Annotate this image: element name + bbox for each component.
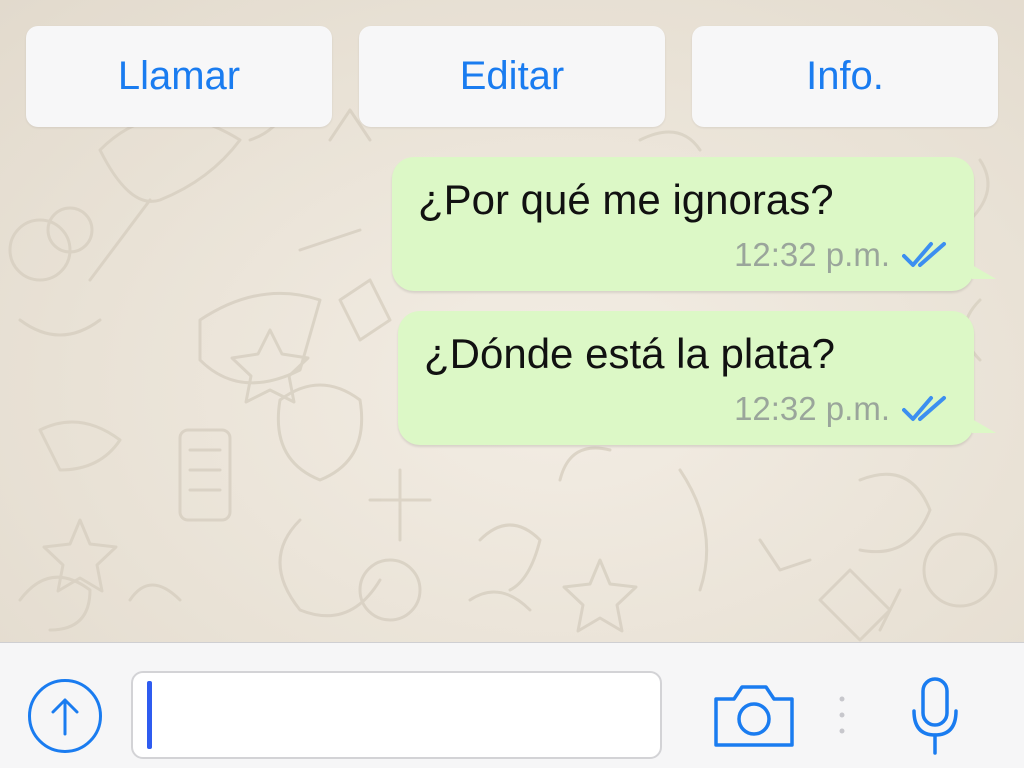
message-time: 12:32 p.m. xyxy=(734,236,890,273)
message-composer xyxy=(0,642,1024,768)
call-button[interactable]: Llamar xyxy=(26,26,332,127)
camera-icon[interactable] xyxy=(712,681,796,749)
message-time: 12:32 p.m. xyxy=(734,390,890,427)
bubble-tail xyxy=(972,419,996,433)
outgoing-message[interactable]: ¿Dónde está la plata? 12:32 p.m. xyxy=(398,311,996,445)
outgoing-message[interactable]: ¿Por qué me ignoras? 12:32 p.m. xyxy=(392,157,996,291)
message-meta: 12:32 p.m. xyxy=(424,387,950,431)
call-button-label: Llamar xyxy=(117,54,241,98)
arrow-up-icon xyxy=(51,698,79,736)
microphone-icon[interactable] xyxy=(910,677,960,757)
edit-button[interactable]: Editar xyxy=(359,26,665,127)
double-check-read-icon xyxy=(902,396,946,421)
info-button-label: Info. xyxy=(806,54,884,98)
message-meta: 12:32 p.m. xyxy=(418,233,950,277)
edit-button-label: Editar xyxy=(459,54,565,98)
info-button[interactable]: Info. xyxy=(692,26,998,127)
message-text: ¿Por qué me ignoras? xyxy=(418,176,834,223)
message-input[interactable] xyxy=(131,671,662,759)
attach-button[interactable] xyxy=(28,679,102,753)
divider-dots xyxy=(839,696,845,734)
text-caret xyxy=(147,681,152,749)
chat-action-bar: Llamar Editar Info. xyxy=(0,0,1024,150)
message-text: ¿Dónde está la plata? xyxy=(424,330,835,377)
bubble-tail xyxy=(972,265,996,279)
double-check-read-icon xyxy=(902,242,946,267)
